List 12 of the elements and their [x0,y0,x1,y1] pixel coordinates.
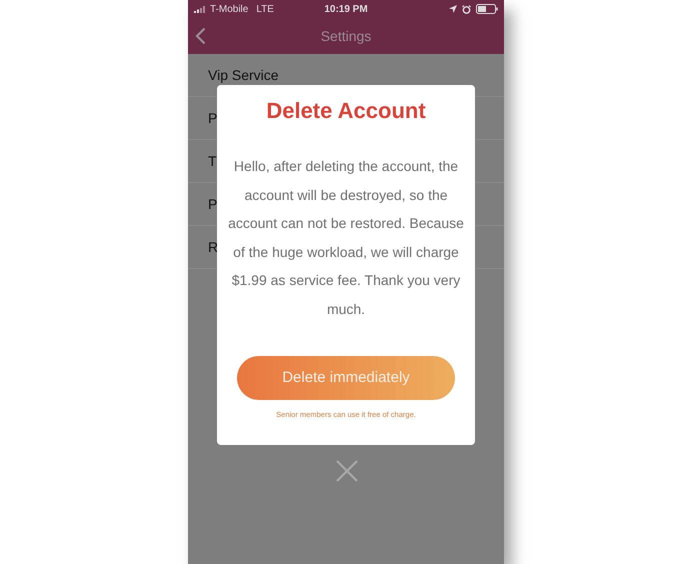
network-text: LTE [256,4,274,14]
time-text: 10:19 PM [324,4,368,14]
signal-icon [194,6,206,12]
carrier-text: T-Mobile [210,4,248,14]
location-arrow-icon [449,5,457,13]
alarm-clock-icon [462,4,471,14]
battery-icon [476,4,498,14]
dialog-message: Hello, after deleting the account, the account will be destroyed, so the account can not be restored. Because of the huge workload, we will charge $1.99 as service fee. Thank you very much. [227,157,465,319]
nav-title: Settings [320,28,372,44]
dialog-title: Delete Account [266,98,426,124]
back-icon[interactable] [195,27,206,45]
close-icon[interactable] [336,460,358,482]
